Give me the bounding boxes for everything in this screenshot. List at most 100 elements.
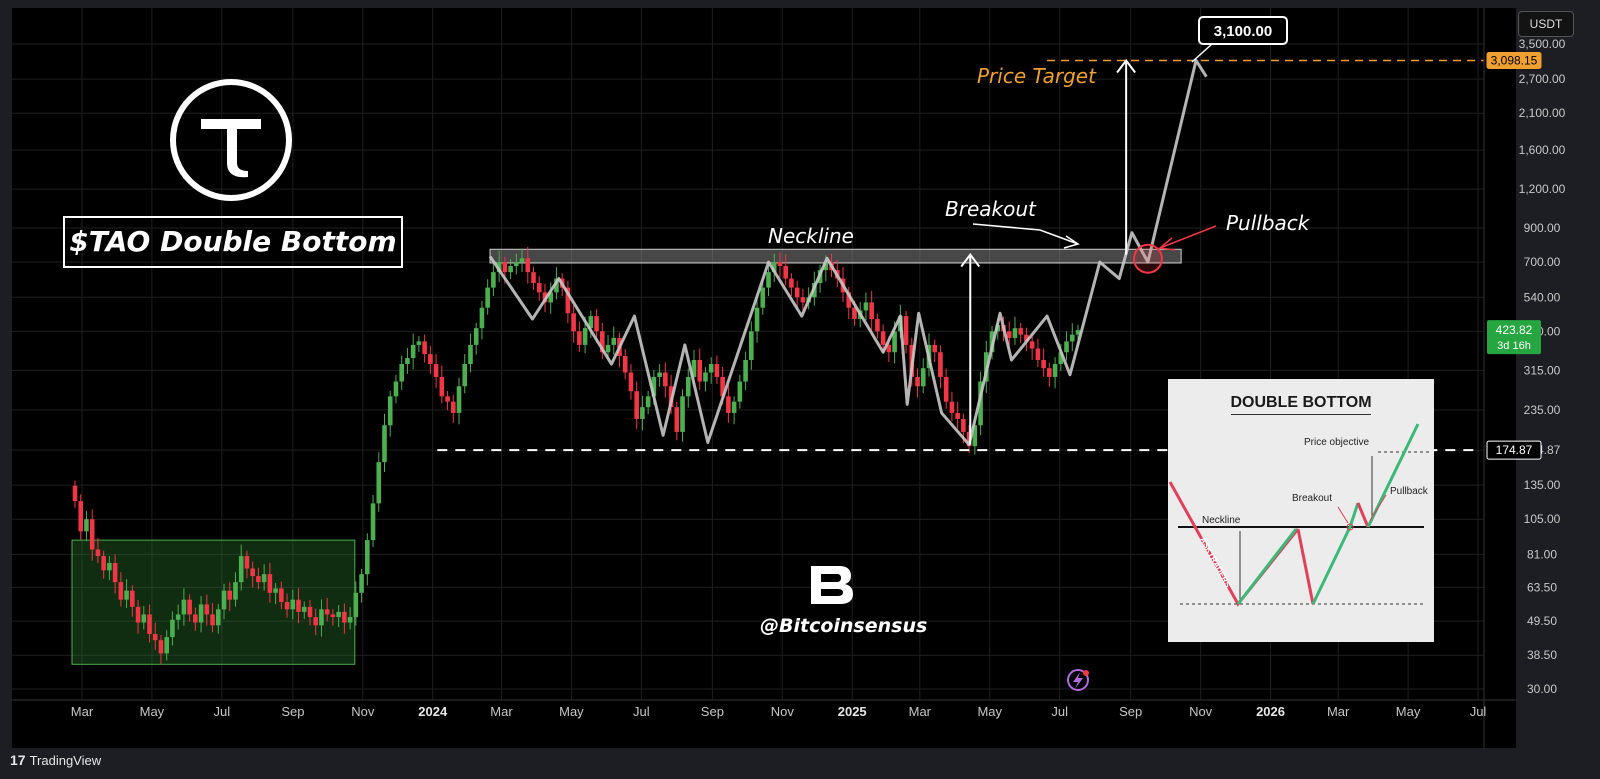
candle-body [622, 356, 628, 373]
candle-body [657, 372, 662, 377]
tradingview-logo[interactable]: 17 TradingView [10, 752, 101, 768]
y-tick-label: 30.00 [1527, 682, 1557, 696]
candle-body [645, 396, 651, 408]
candle-body [961, 418, 966, 432]
candle-body [89, 519, 95, 550]
candle-body [198, 604, 204, 623]
candle-body [634, 391, 639, 419]
candle-body [187, 599, 192, 615]
candle-body [319, 609, 324, 626]
candle-body [296, 599, 301, 612]
inset-pullback: Pullback [1390, 486, 1429, 497]
y-tick-label: 135.00 [1524, 478, 1561, 492]
candle-body [215, 609, 221, 626]
candle-body [863, 302, 869, 311]
target-price-text: 3,098.15 [1491, 54, 1538, 68]
candle-body [703, 372, 708, 382]
candle-body [428, 354, 433, 365]
candle-body [359, 574, 364, 593]
y-tick-label: 2,700.00 [1519, 72, 1566, 86]
candle-body [95, 549, 101, 557]
candle-body [794, 287, 800, 298]
candle-body [920, 368, 926, 387]
pullback-circle [1132, 243, 1163, 274]
candle-body [508, 266, 513, 273]
candle-body [571, 313, 576, 332]
x-tick-label: 2025 [838, 704, 867, 719]
candle-body [233, 582, 238, 600]
candle-body [514, 262, 519, 267]
candle-body [342, 611, 347, 623]
candle-body [267, 574, 273, 593]
candle-body [468, 344, 473, 365]
x-tick-label: 2024 [418, 704, 448, 719]
candle-body [932, 344, 938, 353]
currency-button[interactable]: USDT [1518, 11, 1574, 37]
candle-body [112, 563, 118, 583]
candle-body [594, 316, 599, 332]
candle-body [244, 556, 250, 569]
candle-body [210, 614, 215, 626]
candle-body [479, 307, 485, 329]
x-tick-label: Jul [1470, 704, 1487, 719]
candle-body [170, 619, 175, 638]
candle-body [1035, 348, 1041, 360]
candle-body [164, 637, 170, 654]
y-tick-label: 900.00 [1524, 221, 1561, 235]
candle-body [410, 344, 416, 359]
pullback-label: Pullback [1226, 211, 1311, 235]
callout-pointer [1191, 43, 1213, 63]
breakout-label: Breakout [945, 197, 1037, 221]
candle-body [1012, 328, 1018, 338]
candle-body [714, 364, 720, 377]
candle-body [273, 588, 278, 593]
x-tick-label: Jul [214, 704, 231, 719]
y-tick-label: 63.50 [1527, 580, 1557, 594]
target-callout-text: 3,100.00 [1214, 23, 1272, 40]
current-price-text: 423.82 [1496, 323, 1533, 337]
inset-diagram: Price objective Breakout Pullback Neckli… [1168, 423, 1430, 607]
candle-body [301, 606, 307, 612]
y-tick-label: 540.00 [1524, 290, 1561, 304]
candle-body [370, 503, 376, 541]
candle-body [84, 519, 89, 532]
inset-neckline: Neckline [1202, 515, 1241, 526]
candle-body [1069, 334, 1075, 342]
candle-body [101, 556, 106, 571]
candle-body [365, 540, 370, 575]
candle-body [731, 401, 737, 413]
candle-body [605, 344, 611, 353]
candle-body [473, 328, 479, 345]
x-tick-label: Mar [1327, 704, 1350, 719]
inset-breakout: Breakout [1292, 493, 1332, 504]
x-tick-label: Mar [71, 704, 94, 719]
accumulation-box [71, 539, 356, 665]
x-tick-label: Mar [909, 704, 932, 719]
y-tick-label: 2,100.00 [1519, 106, 1566, 120]
candle-body [261, 574, 267, 583]
candle-body [1064, 341, 1069, 353]
inset-watermark: ASKTRADERS [1198, 536, 1232, 590]
support-price-text: 174.87 [1496, 443, 1533, 457]
candle-body [307, 606, 313, 618]
candle-body [697, 359, 703, 382]
candle-body [743, 359, 748, 382]
candle-body [943, 376, 949, 402]
candle-body [536, 283, 542, 293]
candle-body [1047, 368, 1052, 377]
y-tick-label: 1,600.00 [1519, 143, 1566, 157]
lightning-icon[interactable] [1067, 669, 1089, 691]
x-tick-label: Nov [351, 704, 375, 719]
candle-body [238, 556, 244, 583]
candle-body [577, 331, 582, 345]
candle-body [1052, 364, 1058, 377]
candle-body [422, 341, 427, 355]
x-tick-label: Jul [633, 704, 650, 719]
candle-body [204, 604, 210, 615]
price-target-label: Price Target [977, 64, 1097, 88]
candle-body [147, 614, 152, 635]
candle-body [1029, 341, 1035, 349]
candle-body [141, 614, 147, 623]
candle-body [766, 272, 771, 288]
candle-body [737, 381, 743, 402]
